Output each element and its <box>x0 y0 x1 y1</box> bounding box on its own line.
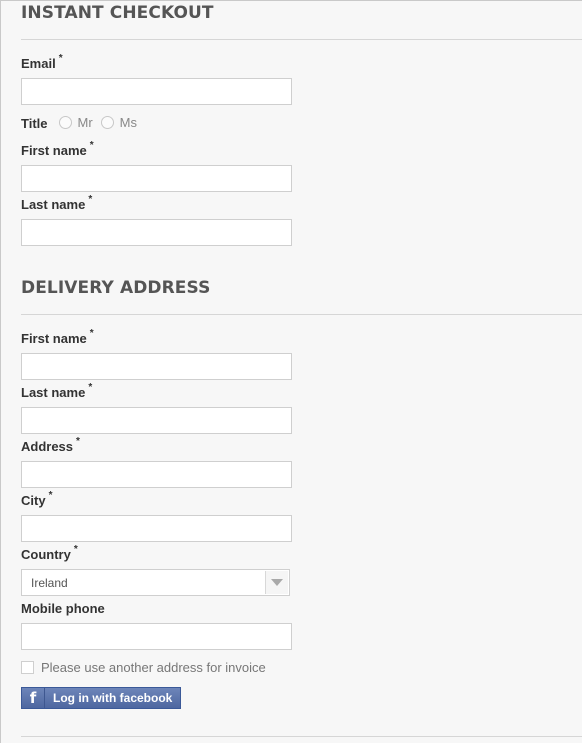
section-divider <box>21 39 582 40</box>
required-asterisk: * <box>58 53 63 64</box>
required-asterisk: * <box>88 382 93 393</box>
chevron-down-icon <box>271 579 283 586</box>
delivery-first-name-field[interactable] <box>21 353 292 380</box>
required-asterisk: * <box>73 544 78 555</box>
facebook-login-button[interactable]: f Log in with facebook <box>21 687 181 709</box>
facebook-login-label: Log in with facebook <box>53 691 173 705</box>
required-asterisk: * <box>89 140 94 151</box>
mobile-phone-label: Mobile phone <box>21 601 105 616</box>
delivery-first-name-label: First name * <box>21 328 94 346</box>
last-name-label: Last name * <box>21 194 93 212</box>
first-name-label: First name * <box>21 140 94 158</box>
title-radio-group: Title Mr Ms <box>21 113 145 131</box>
required-asterisk: * <box>76 436 80 447</box>
title-radio-ms[interactable] <box>100 115 114 129</box>
city-field[interactable] <box>21 515 292 542</box>
required-asterisk: * <box>88 194 93 205</box>
title-option-mr: Mr <box>77 114 93 130</box>
country-label: Country * <box>21 544 78 562</box>
delivery-last-name-field[interactable] <box>21 407 292 434</box>
bottom-divider <box>21 736 582 737</box>
email-label: Email * <box>21 53 63 71</box>
title-option-ms: Ms <box>119 114 138 130</box>
email-field[interactable] <box>21 78 292 105</box>
title-radio-mr[interactable] <box>58 115 72 129</box>
section-divider <box>21 314 582 315</box>
last-name-field[interactable] <box>21 219 292 246</box>
facebook-icon: f <box>22 688 45 708</box>
delivery-last-name-label: Last name * <box>21 382 93 400</box>
invoice-address-checkbox[interactable] <box>21 661 34 674</box>
required-asterisk: * <box>89 328 94 339</box>
dropdown-arrow-button[interactable] <box>265 571 288 594</box>
instant-checkout-heading: INSTANT CHECKOUT <box>21 3 214 23</box>
city-label: City * <box>21 490 53 508</box>
title-label: Title <box>21 115 48 131</box>
required-asterisk: * <box>48 490 53 501</box>
mobile-phone-field[interactable] <box>21 623 292 650</box>
country-selected-value: Ireland <box>31 575 68 590</box>
address-field[interactable] <box>21 461 292 488</box>
first-name-field[interactable] <box>21 165 292 192</box>
invoice-address-checkbox-label: Please use another address for invoice <box>41 660 266 675</box>
invoice-address-option: Please use another address for invoice <box>21 660 266 675</box>
country-select[interactable]: Ireland <box>21 569 290 596</box>
checkout-page: INSTANT CHECKOUT Email * Title Mr Ms Firs… <box>0 0 582 743</box>
delivery-address-heading: DELIVERY ADDRESS <box>21 278 211 298</box>
address-label: Address * <box>21 436 80 454</box>
